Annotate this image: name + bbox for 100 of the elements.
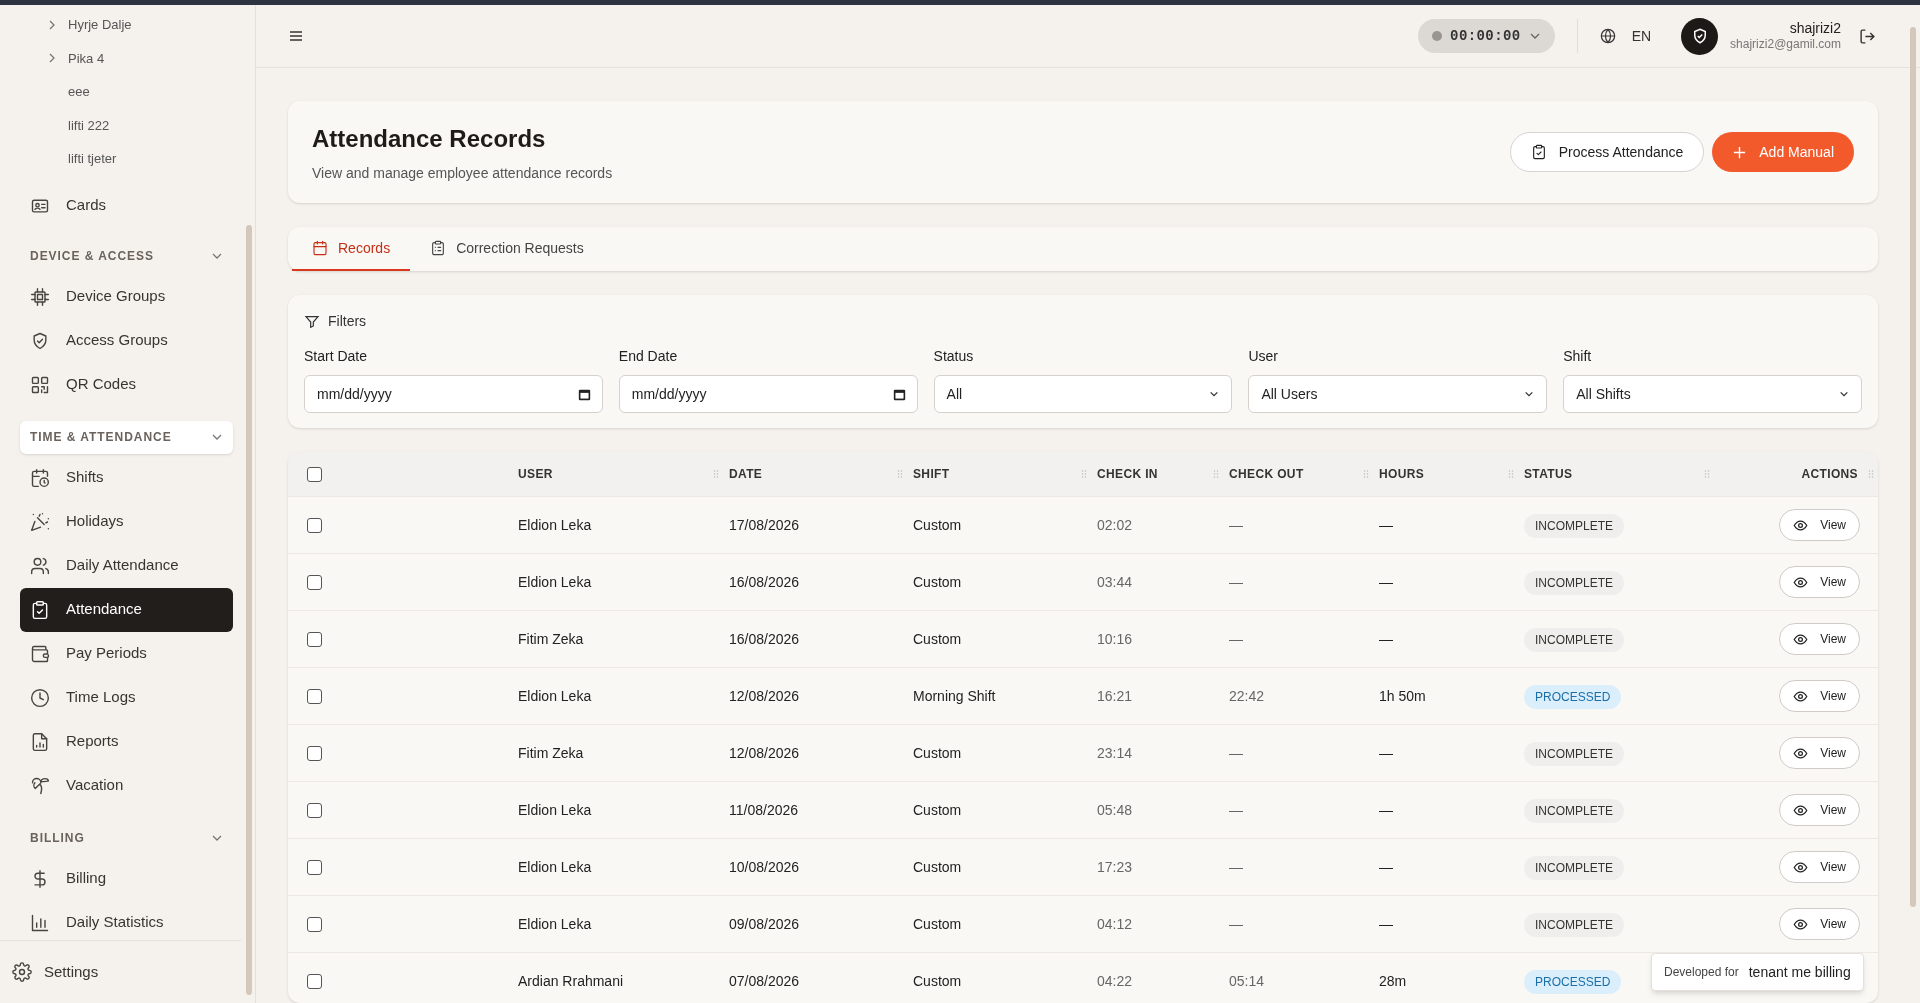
view-button[interactable]: View	[1779, 509, 1860, 541]
drag-handle-icon[interactable]	[897, 469, 903, 479]
table-cell: Eldion Leka	[518, 574, 592, 590]
eye-icon	[1793, 745, 1809, 761]
checkbox[interactable]	[307, 466, 322, 482]
tree-item[interactable]: Pika 4	[68, 48, 105, 68]
tree-item[interactable]: Hyrje Dalje	[68, 15, 132, 35]
checkbox[interactable]	[307, 688, 322, 704]
checkbox[interactable]	[307, 859, 322, 875]
scrollbar[interactable]	[246, 225, 252, 995]
select-field[interactable]: All	[933, 375, 1233, 413]
checkbox[interactable]	[307, 745, 322, 761]
table-cell: —	[1379, 745, 1393, 761]
table-cell: —	[1379, 859, 1393, 875]
column-header[interactable]: HOURS	[1379, 465, 1425, 483]
table-cell: Fitim Zeka	[518, 745, 584, 761]
clipboard-check-icon	[1530, 144, 1547, 160]
column-header[interactable]: USER	[518, 465, 553, 483]
table-cell: —	[1229, 859, 1243, 875]
table-cell: Custom	[913, 574, 962, 590]
view-button[interactable]: View	[1779, 737, 1860, 769]
page-scrollbar[interactable]	[1910, 27, 1916, 907]
menu-icon[interactable]	[288, 28, 304, 44]
checkbox[interactable]	[307, 973, 322, 989]
column-header[interactable]: CHECK IN	[1097, 465, 1158, 483]
drag-handle-icon[interactable]	[1213, 469, 1219, 479]
table-cell: 1h 50m	[1379, 688, 1426, 704]
column-header[interactable]: SHIFT	[913, 465, 950, 483]
nav-item[interactable]: Reports	[20, 719, 233, 764]
checkbox[interactable]	[307, 631, 322, 647]
settings-nav-item[interactable]: Settings	[0, 941, 241, 1003]
calendar-icon[interactable]	[577, 388, 591, 401]
nav-item[interactable]: Daily Attendance	[20, 543, 233, 588]
status-badge: PROCESSED	[1524, 969, 1622, 994]
checkbox[interactable]	[307, 574, 322, 590]
view-button[interactable]: View	[1779, 794, 1860, 826]
drag-handle-icon[interactable]	[1508, 469, 1514, 479]
field-label: Start Date	[304, 347, 369, 366]
language-label[interactable]: EN	[1631, 25, 1652, 47]
filter-icon	[304, 313, 320, 330]
eye-icon	[1793, 859, 1809, 875]
tab[interactable]: Records	[292, 227, 411, 271]
view-button[interactable]: View	[1779, 680, 1860, 712]
settings-icon	[12, 962, 32, 982]
section-header[interactable]: TIME & ATTENDANCE	[20, 420, 233, 454]
user-name: shajrizi2	[1789, 19, 1841, 38]
nav-item[interactable]: Pay Periods	[20, 631, 233, 676]
column-header[interactable]: CHECK OUT	[1229, 465, 1304, 483]
drag-handle-icon[interactable]	[1868, 469, 1874, 479]
status-badge: INCOMPLETE	[1524, 741, 1624, 766]
shield-check-icon	[30, 330, 50, 351]
section-header[interactable]: DEVICE & ACCESS	[20, 239, 233, 273]
checkbox[interactable]	[307, 916, 322, 932]
column-header[interactable]: ACTIONS	[1801, 465, 1858, 483]
tab[interactable]: Correction Requests	[410, 227, 604, 271]
drag-handle-icon[interactable]	[1704, 469, 1710, 479]
nav-item[interactable]: Vacation	[20, 763, 233, 808]
nav-item[interactable]: QR Codes	[20, 362, 233, 407]
nav-item[interactable]: Access Groups	[20, 318, 233, 363]
drag-handle-icon[interactable]	[713, 469, 719, 479]
checkbox[interactable]	[307, 517, 322, 533]
column-header[interactable]: STATUS	[1524, 465, 1573, 483]
checkbox[interactable]	[307, 802, 322, 818]
avatar[interactable]	[1681, 17, 1719, 55]
date-field[interactable]: mm/dd/yyyy	[618, 375, 918, 413]
select-field[interactable]: All Users	[1248, 375, 1548, 413]
view-button[interactable]: View	[1779, 908, 1860, 940]
select-field[interactable]: All Shifts	[1563, 375, 1862, 413]
globe-icon[interactable]	[1599, 28, 1616, 44]
column-header[interactable]: DATE	[729, 465, 763, 483]
calendar-icon	[312, 240, 328, 256]
nav-item[interactable]: Attendance	[20, 587, 233, 632]
nav-item[interactable]: Cards	[20, 183, 233, 228]
tree-item[interactable]: eee	[68, 82, 90, 102]
drag-handle-icon[interactable]	[1363, 469, 1369, 479]
calendar-icon[interactable]	[892, 388, 906, 401]
nav-item[interactable]: Holidays	[20, 499, 233, 544]
table-cell: —	[1229, 631, 1243, 647]
nav-item[interactable]: Daily Statistics	[20, 900, 233, 940]
tree-item[interactable]: lifti tjeter	[68, 149, 117, 169]
date-field[interactable]: mm/dd/yyyy	[304, 375, 603, 413]
drag-handle-icon[interactable]	[1081, 469, 1087, 479]
clock-icon	[30, 687, 50, 708]
timer-button[interactable]: 00:00:00	[1418, 19, 1555, 53]
tree-item[interactable]: lifti 222	[68, 115, 110, 135]
process-button[interactable]: Process Attendance	[1509, 132, 1705, 172]
nav-item[interactable]: Billing	[20, 856, 233, 901]
section-header[interactable]: BILLING	[20, 821, 233, 855]
view-button[interactable]: View	[1779, 566, 1860, 598]
nav-item[interactable]: Device Groups	[20, 274, 233, 319]
logout-icon[interactable]	[1859, 27, 1876, 45]
status-badge: INCOMPLETE	[1524, 798, 1624, 823]
qr-code-icon	[30, 374, 50, 395]
table-cell: 12/08/2026	[729, 688, 800, 704]
view-button[interactable]: View	[1779, 623, 1860, 655]
view-button[interactable]: View	[1779, 851, 1860, 883]
table-cell: 28m	[1379, 973, 1407, 989]
user-email: shajrizi2@gamil.com	[1730, 37, 1841, 53]
nav-item[interactable]: Time Logs	[20, 675, 233, 720]
nav-item[interactable]: Shifts	[20, 455, 233, 500]
